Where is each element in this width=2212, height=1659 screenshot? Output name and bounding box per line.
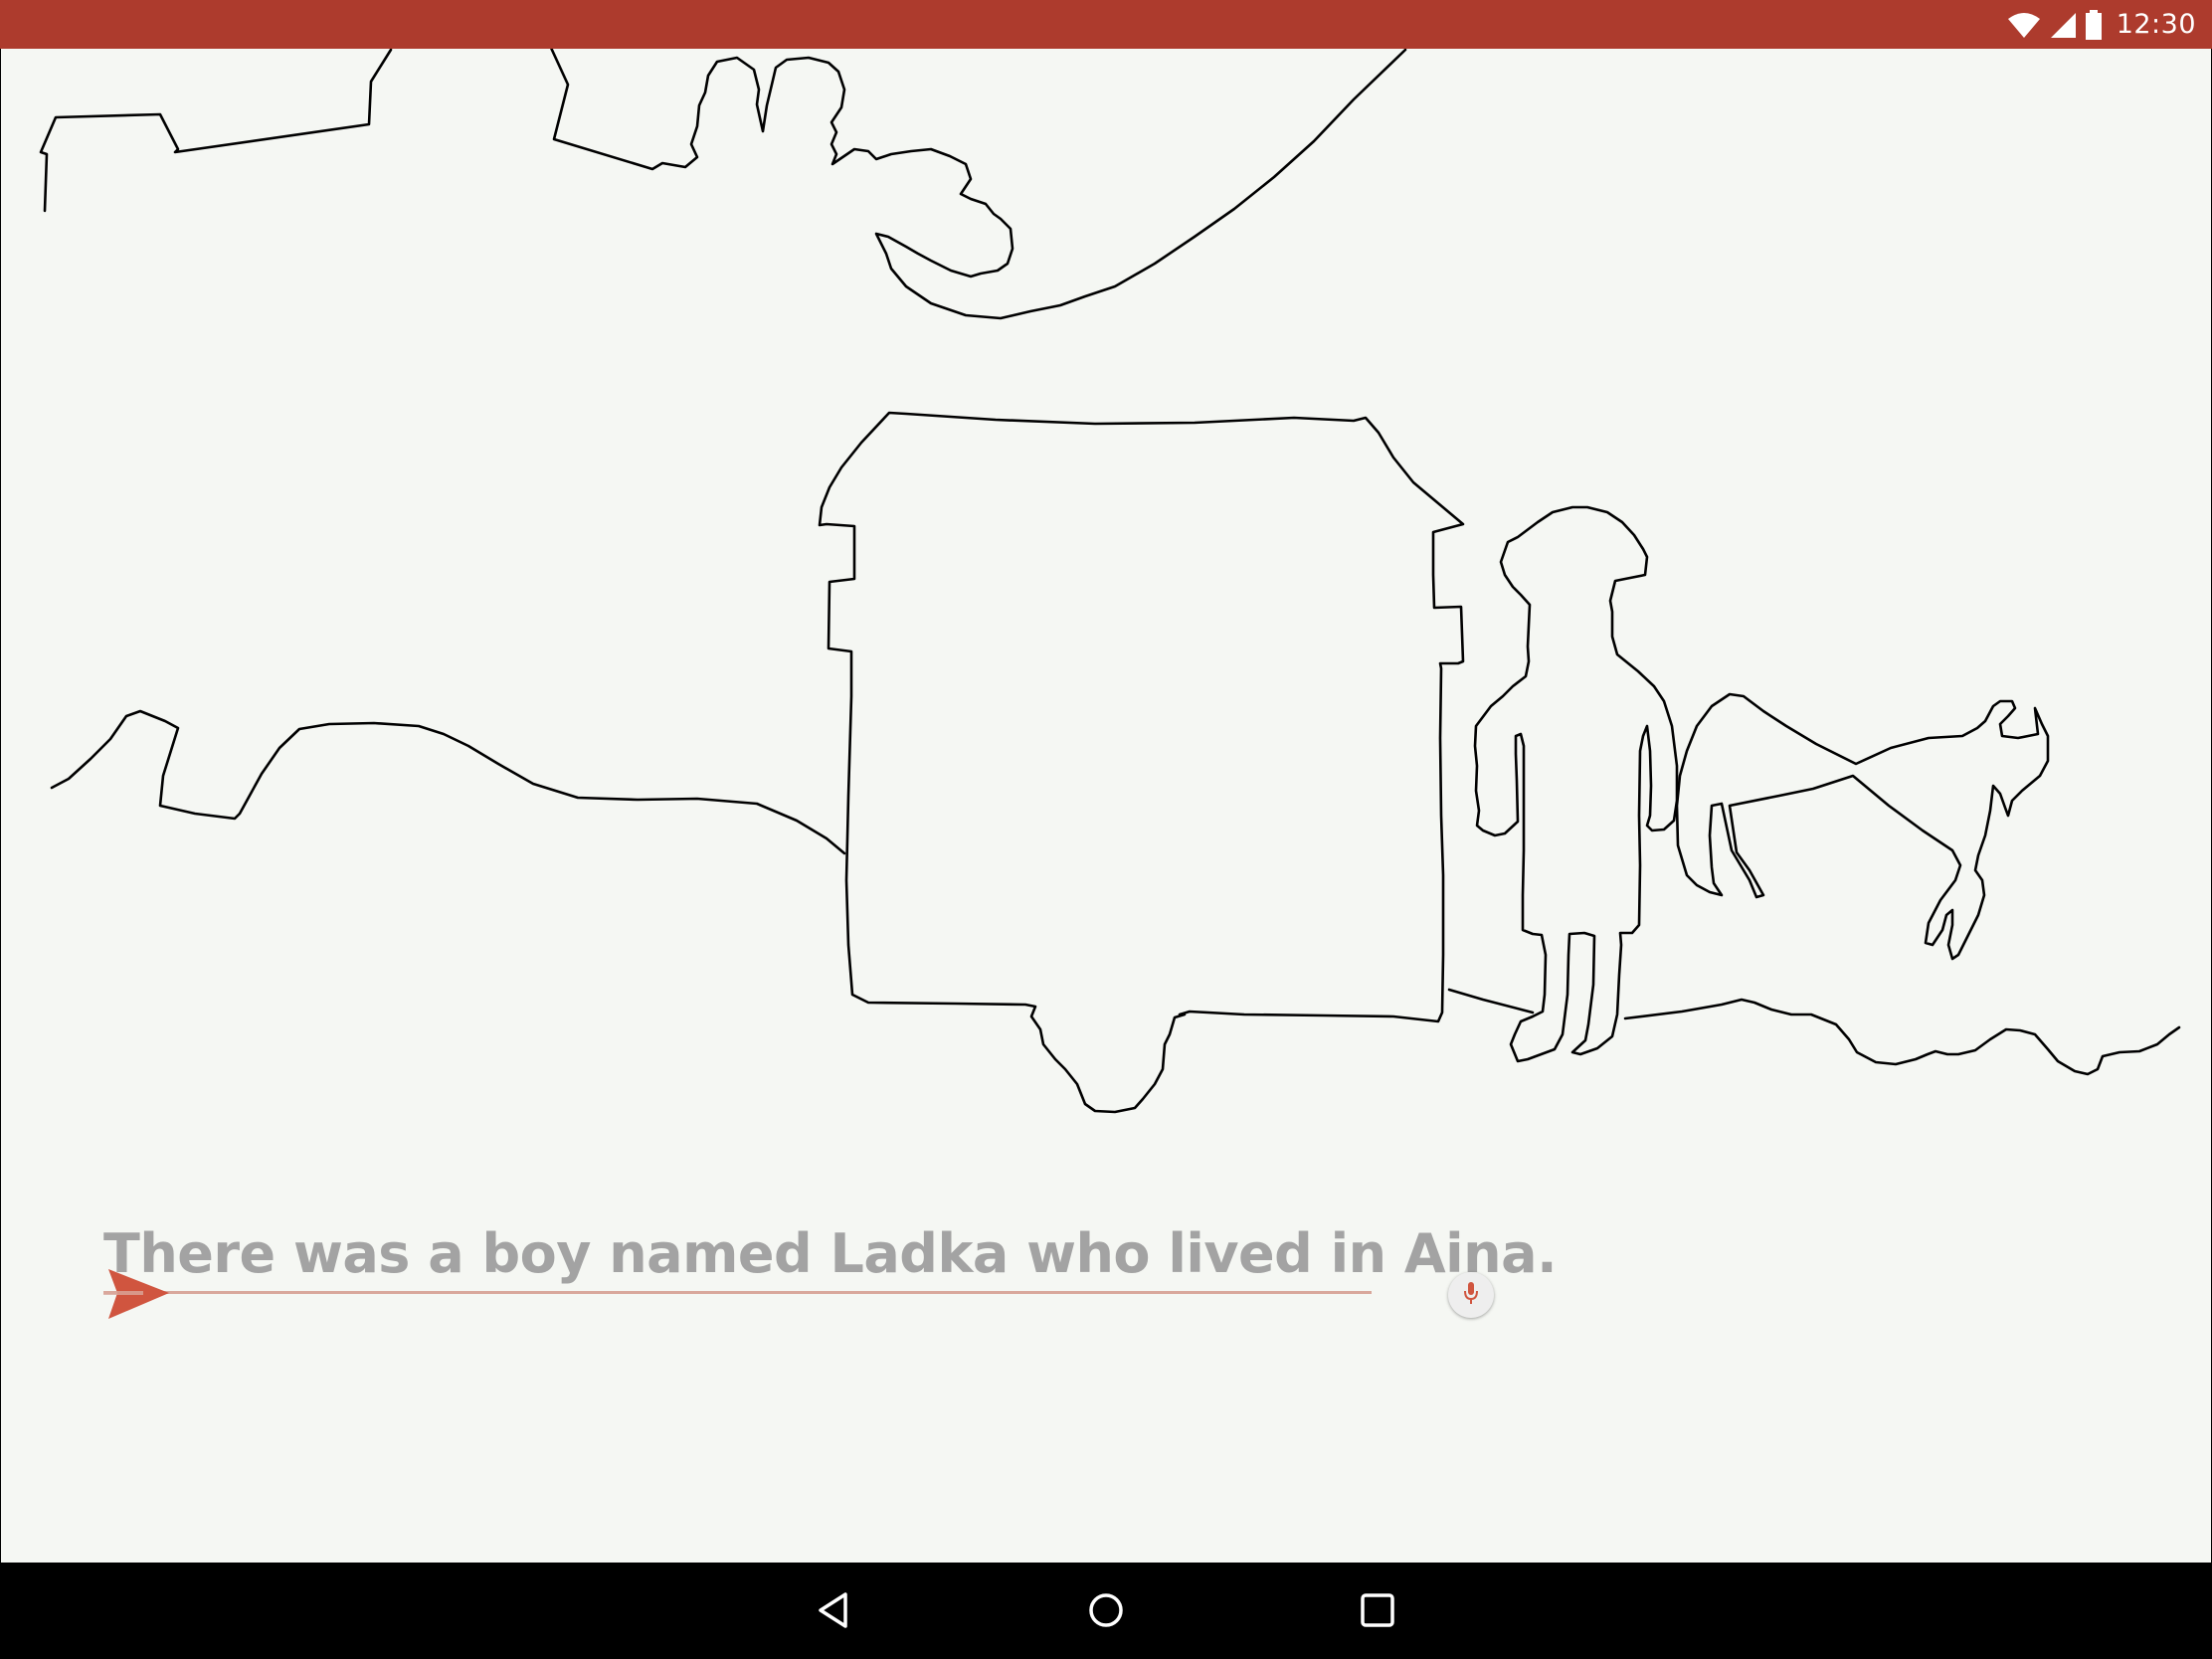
home-icon — [1086, 1590, 1126, 1635]
back-icon — [815, 1590, 854, 1635]
goat-outline — [1675, 692, 2050, 961]
microphone-button[interactable] — [1448, 1272, 1494, 1318]
status-bar: 12:30 — [0, 0, 2212, 49]
ground-line-right — [1623, 998, 2181, 1076]
ground-line — [1447, 988, 1535, 1014]
back-button[interactable] — [807, 1584, 862, 1640]
battery-icon — [2085, 9, 2103, 40]
narration-progress-track[interactable] — [103, 1291, 1372, 1294]
story-canvas: There was a boy named Ladka who lived in… — [1, 49, 2211, 1563]
story-sentence: There was a boy named Ladka who lived in… — [103, 1222, 1558, 1285]
play-arrow-icon[interactable] — [103, 1267, 171, 1326]
house-outline — [818, 411, 1465, 1114]
recents-icon — [1358, 1590, 1397, 1635]
boy-outline — [1473, 505, 1679, 1063]
skyline-line — [39, 49, 393, 213]
cell-signal-icon — [2049, 11, 2077, 39]
microphone-icon — [1463, 1281, 1479, 1310]
hill-line — [50, 709, 846, 855]
cloud-outline — [550, 49, 1407, 320]
wifi-icon — [2007, 11, 2041, 39]
clock: 12:30 — [2116, 9, 2196, 40]
home-button[interactable] — [1078, 1584, 1134, 1640]
recents-button[interactable] — [1350, 1584, 1405, 1640]
navigation-bar — [0, 1563, 2212, 1659]
status-icons: 12:30 — [2007, 0, 2196, 49]
story-illustration — [39, 49, 2181, 1114]
